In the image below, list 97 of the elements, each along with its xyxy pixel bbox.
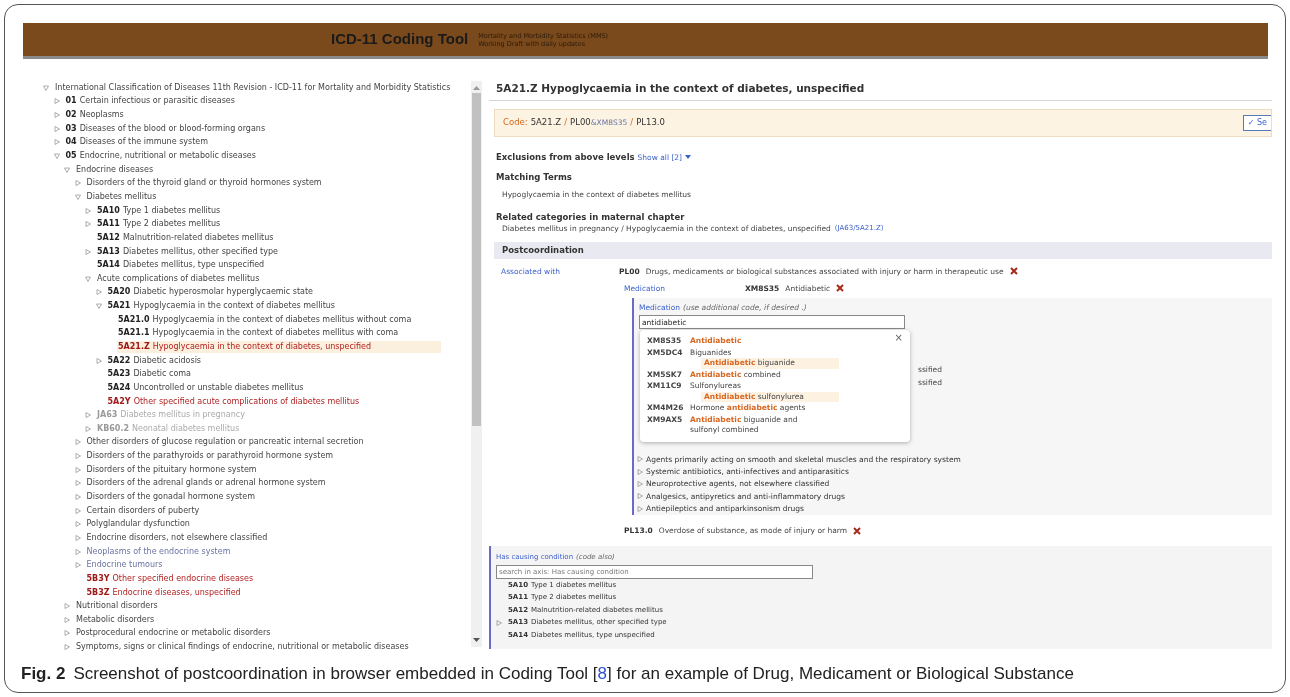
expand-icon[interactable] [74, 453, 81, 460]
tree-item[interactable]: 5A11 Type 2 diabetes mellitus [96, 218, 222, 231]
expand-icon[interactable] [85, 221, 91, 228]
expand-icon[interactable] [64, 616, 70, 623]
expand-icon[interactable] [74, 466, 81, 473]
scroll-down-icon[interactable] [473, 638, 480, 643]
collapse-icon[interactable] [85, 275, 91, 282]
app-title: ICD-11 Coding Tool [331, 29, 469, 50]
scroll-up-icon[interactable] [473, 85, 480, 90]
code-separator: / [630, 116, 634, 130]
expand-icon[interactable] [85, 248, 91, 255]
tree-item[interactable]: Disorders of the parathyroids or parathyroid hormone system [85, 450, 335, 463]
tree-item[interactable]: Metabolic disorders [75, 613, 156, 626]
expand-icon[interactable] [74, 521, 81, 528]
expand-icon[interactable] [64, 630, 70, 637]
section-heading: Related categories in maternal chapter [495, 210, 686, 224]
tree-item[interactable]: 5B3Z Endocrine diseases, unspecified [85, 586, 242, 599]
remove-icon[interactable] [853, 526, 862, 535]
tree-item[interactable]: Symptoms, signs or clinical findings of endocrine, nutritional or metabolic diseases [75, 641, 410, 653]
tree-item[interactable]: Certain disorders of puberty [85, 504, 201, 517]
tree-item[interactable]: 5A21.Z Hypoglycaemia in the context of diabetes, unspecified [117, 341, 442, 353]
tree-item[interactable]: Postprocedural endocrine or metabolic disorders [75, 627, 272, 640]
code-part: PL00 [570, 116, 591, 130]
tree-item[interactable]: 5A24 Uncontrolled or unstable diabetes mellitus [106, 381, 305, 394]
tree-item[interactable]: 5B3Y Other specified endocrine diseases [85, 572, 255, 585]
tree-item[interactable]: 05 Endocrine, nutritional or metabolic diseases [64, 150, 257, 162]
tree-item[interactable]: 5A10 Type 1 diabetes mellitus [96, 204, 222, 217]
expand-icon[interactable] [53, 139, 60, 146]
section-heading: Matching Terms [495, 170, 573, 184]
expand-icon[interactable] [74, 548, 81, 555]
tree-item[interactable]: 5A12 Malnutrition-related diabetes mellitus [96, 231, 275, 244]
tree-item[interactable]: Disorders of the adrenal glands or adrenal hormone system [85, 477, 327, 490]
expand-icon[interactable] [95, 357, 102, 364]
tree-item[interactable]: 5A2Y Other specified acute complications of diabetes mellitus [106, 395, 361, 408]
collapse-icon[interactable] [95, 303, 102, 310]
expand-icon[interactable] [74, 534, 81, 541]
tree-item[interactable]: Polyglandular dysfunction [85, 518, 191, 531]
expand-icon[interactable] [85, 412, 91, 419]
tree-item[interactable]: Disorders of the thyroid gland or thyroid hormones system [85, 177, 323, 190]
expand-icon[interactable] [64, 603, 70, 610]
tree-item[interactable]: Diabetes mellitus [85, 190, 158, 203]
tree-item[interactable]: 5A21.0 Hypoglycaemia in the context of diabetes mellitus without coma [117, 313, 413, 326]
expand-icon[interactable] [74, 480, 81, 487]
category-title: 5A21.Z Hypoglycaemia in the context of diabetes, unspecified [489, 81, 1272, 101]
tree-item[interactable]: International Classification of Diseases 11th Revision - ICD-11 for Mortality and Morbidity Statistics [54, 81, 452, 94]
tree-item[interactable]: Neoplasms of the endocrine system [85, 545, 232, 558]
tree-item[interactable]: Nutritional disorders [75, 600, 159, 613]
expand-icon[interactable] [64, 644, 70, 651]
tree-item[interactable]: Other disorders of glucose regulation or pancreatic internal secretion [85, 436, 365, 449]
tree-item[interactable]: 5A23 Diabetic coma [106, 368, 192, 381]
tree-item[interactable]: 5A20 Diabetic hyperosmolar hyperglycaemic state [106, 286, 315, 299]
expand-icon[interactable] [74, 180, 81, 187]
tree-item[interactable]: 5A13 Diabetes mellitus, other specified type [96, 245, 279, 258]
tree-item[interactable]: Endocrine tumours [85, 559, 164, 572]
expand-icon[interactable] [74, 494, 81, 501]
tree-item[interactable]: 5A14 Diabetes mellitus, type unspecified [96, 259, 266, 272]
close-button[interactable]: × [894, 333, 903, 343]
expand-icon[interactable] [74, 439, 81, 446]
expand-icon[interactable] [53, 112, 60, 119]
expand-icon[interactable] [85, 425, 91, 432]
scrollbar[interactable] [471, 81, 482, 647]
section-heading: Exclusions from above levels [496, 150, 635, 164]
remove-icon[interactable] [1009, 267, 1018, 276]
expand-icon[interactable] [53, 125, 60, 132]
select-button[interactable]: ✓ Se [1242, 114, 1271, 131]
collapse-icon[interactable] [43, 84, 49, 91]
tree-item[interactable]: 5A21.1 Hypoglycaemia in the context of diabetes mellitus with coma [117, 327, 400, 340]
tree-item[interactable]: 04 Diseases of the immune system [64, 136, 210, 149]
tree-item[interactable]: Endocrine disorders, not elsewhere classified [85, 531, 269, 544]
tree-item[interactable]: 02 Neoplasms [64, 109, 125, 122]
figure-caption: Fig. 2 Screenshot of postcoordination in browser embedded in Coding Tool [8] for an example of Drug, Medicament or Biological Substance [21, 663, 1074, 683]
tree-item[interactable]: Disorders of the pituitary hormone system [85, 463, 258, 476]
expand-icon[interactable] [74, 562, 81, 569]
reference-link[interactable]: 8 [597, 663, 608, 683]
tree-item[interactable]: Disorders of the gonadal hormone system [85, 491, 256, 504]
caret-icon [685, 155, 691, 160]
expand-icon[interactable] [95, 289, 102, 296]
tree-item[interactable]: Endocrine diseases [75, 163, 155, 176]
expand-icon[interactable] [85, 207, 91, 214]
code-separator: / [564, 116, 568, 130]
code-label: Code: [503, 116, 528, 130]
tree-item[interactable]: Acute complications of diabetes mellitus [96, 272, 261, 285]
section-header: Postcoordination [494, 241, 1272, 259]
expand-icon[interactable] [74, 507, 81, 514]
tree-item[interactable]: 5A21 Hypoglycaemia in the context of diabetes mellitus [106, 300, 337, 313]
tree-item[interactable]: 5A22 Diabetic acidosis [106, 354, 203, 367]
collapse-icon[interactable] [64, 166, 70, 173]
scrollbar-thumb[interactable] [472, 93, 481, 426]
collapse-icon[interactable] [74, 193, 81, 200]
collapse-icon[interactable] [53, 153, 60, 159]
code-part: 5A21.Z [530, 116, 562, 130]
tree-item[interactable]: 01 Certain infectious or parasitic diseases [64, 95, 236, 108]
tree-item[interactable]: 03 Diseases of the blood or blood-forming organs [64, 122, 267, 135]
remove-icon[interactable] [836, 284, 845, 293]
expand-icon[interactable] [53, 98, 60, 105]
expand-icon[interactable] [496, 619, 502, 626]
code-part: PL13.0 [636, 116, 665, 130]
